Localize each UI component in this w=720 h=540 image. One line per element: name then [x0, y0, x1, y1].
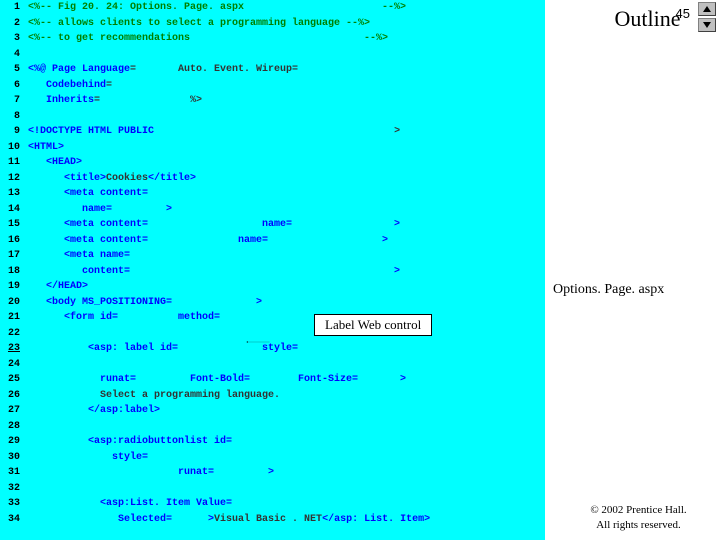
outline-title: Outline — [581, 6, 714, 32]
line-number-gutter: 1 2 3 4 5 6 7 8 9 10 11 12 13 14 15 16 1… — [0, 0, 24, 540]
callout-arrow-icon — [200, 341, 316, 343]
code-content: <%-- Fig 20. 24: Options. Page. aspx --%… — [24, 0, 545, 540]
code-line: runat= > — [28, 467, 541, 483]
code-line — [28, 111, 541, 127]
code-line: <meta content= name= > — [28, 219, 541, 235]
page-number: 45 — [676, 6, 690, 21]
code-line: <asp: label id= style= — [28, 343, 541, 359]
scroll-down-button[interactable] — [698, 18, 716, 32]
code-line — [28, 483, 541, 499]
code-line — [28, 49, 541, 65]
code-line: <HTML> — [28, 142, 541, 158]
code-line: <title>Cookies</title> — [28, 173, 541, 189]
code-panel: 1 2 3 4 5 6 7 8 9 10 11 12 13 14 15 16 1… — [0, 0, 545, 540]
code-line: <meta name= — [28, 250, 541, 266]
code-line: Codebehind= — [28, 80, 541, 96]
code-line: style= — [28, 452, 541, 468]
code-line: runat= Font-Bold= Font-Size= > — [28, 374, 541, 390]
file-label: Options. Page. aspx — [553, 282, 664, 298]
code-line: </HEAD> — [28, 281, 541, 297]
scroll-up-button[interactable] — [698, 2, 716, 16]
code-line — [28, 421, 541, 437]
code-line: Inherits= %> — [28, 95, 541, 111]
arrow-up-icon — [702, 5, 712, 13]
code-line: Select a programming language. — [28, 390, 541, 406]
code-line: <%-- Fig 20. 24: Options. Page. aspx --%… — [28, 2, 541, 18]
code-line: <body MS_POSITIONING= > — [28, 297, 541, 313]
code-line: name= > — [28, 204, 541, 220]
code-line: content= > — [28, 266, 541, 282]
code-line: Selected= >Visual Basic . NET</asp: List… — [28, 514, 541, 530]
code-line: <%-- allows clients to select a programm… — [28, 18, 541, 34]
arrow-down-icon — [702, 21, 712, 29]
code-line — [28, 359, 541, 375]
code-line: <meta content= — [28, 188, 541, 204]
code-line: <%@ Page Language= Auto. Event. Wireup= — [28, 64, 541, 80]
callout-label-web-control: Label Web control — [314, 314, 432, 336]
sidebar: 45 Outline Options. Page. aspx © 2002 Pr… — [545, 0, 720, 540]
code-line: </asp:label> — [28, 405, 541, 421]
code-line: <!DOCTYPE HTML PUBLIC > — [28, 126, 541, 142]
copyright: © 2002 Prentice Hall. All rights reserve… — [551, 503, 720, 532]
code-line: <HEAD> — [28, 157, 541, 173]
code-line: <%-- to get recommendations --%> — [28, 33, 541, 49]
code-line: <meta content= name= > — [28, 235, 541, 251]
callout-text: Label Web control — [325, 317, 421, 332]
code-line: <form id= method= — [28, 312, 541, 328]
code-line: <asp:List. Item Value= — [28, 498, 541, 514]
code-line: <asp:radiobuttonlist id= — [28, 436, 541, 452]
